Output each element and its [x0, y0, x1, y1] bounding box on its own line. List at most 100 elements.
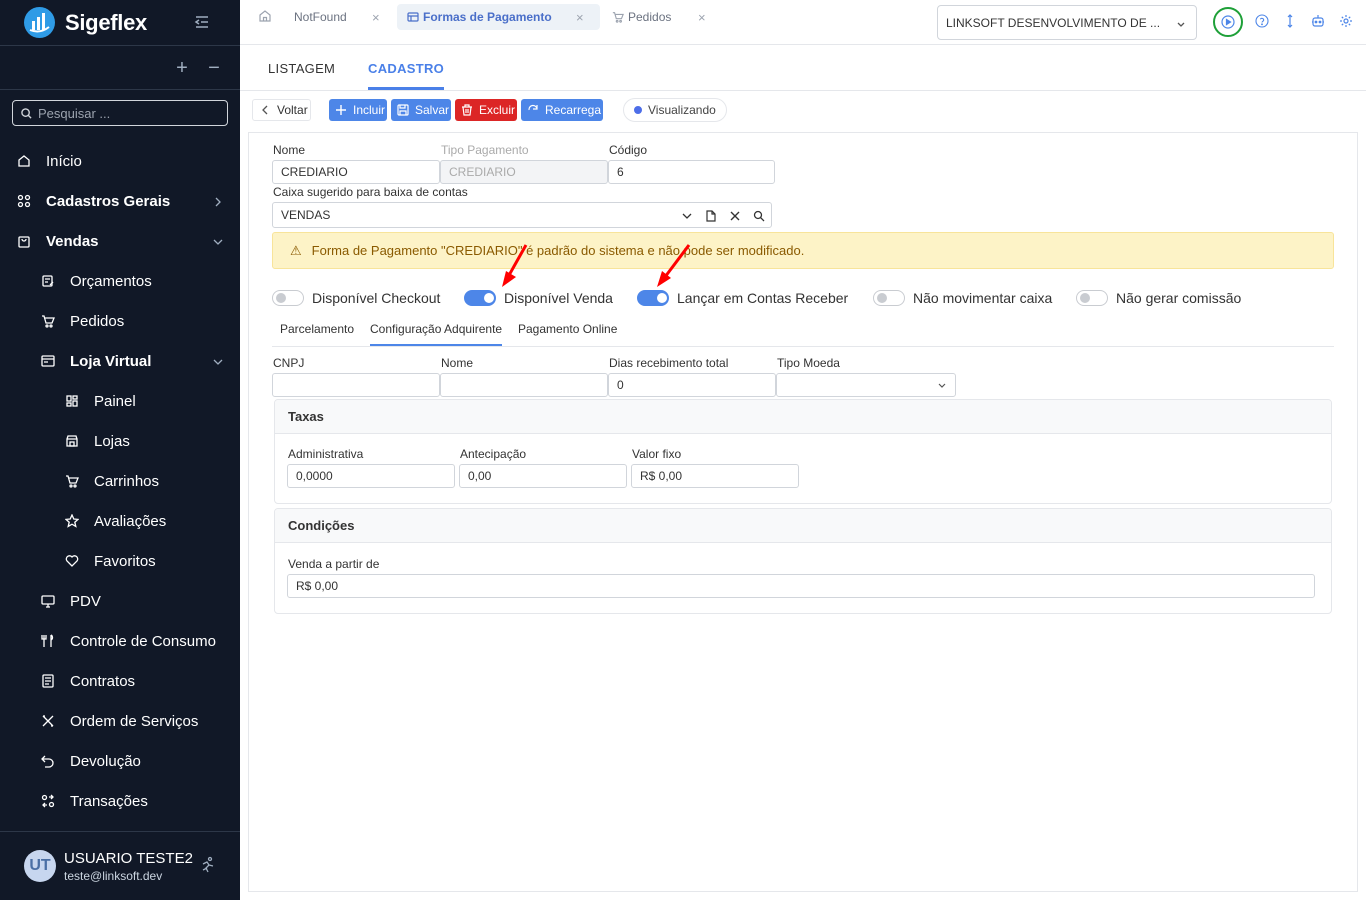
administrativa-field[interactable] — [287, 464, 455, 488]
toggle-label: Não gerar comissão — [1116, 290, 1242, 306]
tab-notfound[interactable]: NotFound × — [288, 4, 396, 30]
cnpj-label: CNPJ — [273, 356, 305, 370]
sidebar-item-loja-virtual[interactable]: Loja Virtual — [0, 341, 240, 381]
sidebar-item-avaliacoes[interactable]: Avaliações — [0, 501, 240, 541]
delete-button[interactable]: Excluir — [455, 99, 517, 121]
tab-label: NotFound — [294, 10, 347, 24]
alert-text: Forma de Pagamento "CREDIARIO" é padrão … — [311, 243, 805, 258]
tab-cadastro[interactable]: CADASTRO — [368, 61, 444, 76]
sidebar-item-orcamentos[interactable]: Orçamentos — [0, 261, 240, 301]
clear-icon[interactable] — [729, 210, 741, 222]
chevron-down-icon[interactable] — [681, 210, 693, 222]
toggle-label: Lançar em Contas Receber — [677, 290, 849, 306]
nome-label: Nome — [273, 143, 306, 157]
toggle-nao-movimentar-caixa[interactable] — [873, 290, 905, 306]
reload-button[interactable]: Recarrega — [521, 99, 603, 121]
sidebar-item-transacoes[interactable]: Transações — [0, 781, 240, 821]
company-name: LINKSOFT DESENVOLVIMENTO DE ... — [946, 15, 1161, 30]
sidebar-search[interactable] — [12, 100, 228, 126]
sidebar-item-painel[interactable]: Painel — [0, 381, 240, 421]
storefront-icon — [40, 353, 56, 369]
cnpj-field[interactable] — [272, 373, 440, 397]
sidebar-item-devolucao[interactable]: Devolução — [0, 741, 240, 781]
form-icon — [407, 12, 419, 22]
user-profile[interactable]: UT USUARIO TESTE2 teste@linksoft.dev — [0, 832, 240, 900]
toggle-knob — [1080, 293, 1090, 303]
sidebar-item-lojas[interactable]: Lojas — [0, 421, 240, 461]
company-select[interactable]: LINKSOFT DESENVOLVIMENTO DE ... — [937, 5, 1197, 40]
sidebar-item-cadastros-gerais[interactable]: Cadastros Gerais — [0, 181, 240, 221]
toggle-lancar-contas-receber[interactable] — [637, 290, 669, 306]
settings-icon[interactable] — [1339, 14, 1353, 28]
toggle-disponivel-venda[interactable] — [464, 290, 496, 306]
robot-icon[interactable] — [1311, 14, 1325, 28]
toggle-knob — [484, 293, 494, 303]
venda-partir-field[interactable] — [287, 574, 1315, 598]
tab-listagem[interactable]: LISTAGEM — [268, 61, 335, 76]
play-icon — [1221, 15, 1235, 29]
caixa-value: VENDAS — [281, 208, 331, 222]
sidebar-item-label: Cadastros Gerais — [46, 192, 171, 210]
codigo-field[interactable] — [608, 160, 775, 184]
search-icon[interactable] — [753, 210, 765, 222]
taxas-title: Taxas — [275, 400, 1331, 434]
file-icon[interactable] — [705, 210, 717, 222]
sidebar-item-inicio[interactable]: Início — [0, 141, 240, 181]
sidebar-item-contratos[interactable]: Contratos — [0, 661, 240, 701]
caixa-select[interactable]: VENDAS — [272, 202, 772, 228]
utensils-icon — [40, 633, 56, 649]
tipo-moeda-select[interactable] — [776, 373, 956, 397]
condicoes-title: Condições — [275, 509, 1331, 543]
save-button[interactable]: Salvar — [391, 99, 451, 121]
dias-recebimento-field[interactable] — [608, 373, 776, 397]
collapse-sidebar-icon[interactable] — [192, 12, 212, 32]
sidebar-item-vendas[interactable]: Vendas — [0, 221, 240, 261]
search-input[interactable] — [38, 105, 218, 121]
save-icon — [397, 104, 409, 116]
toggle-knob — [877, 293, 887, 303]
sidebar-item-pdv[interactable]: PDV — [0, 581, 240, 621]
sidebar-item-pedidos[interactable]: Pedidos — [0, 301, 240, 341]
tab-pedidos[interactable]: Pedidos × — [612, 4, 712, 30]
heart-icon — [64, 553, 80, 569]
toggle-knob — [276, 293, 286, 303]
sidebar-item-controle-consumo[interactable]: Controle de Consumo — [0, 621, 240, 661]
annotation-arrow-icon — [502, 244, 528, 287]
antecipacao-field[interactable] — [459, 464, 627, 488]
adquirente-nome-field[interactable] — [440, 373, 608, 397]
tab-parcelamento[interactable]: Parcelamento — [280, 322, 354, 336]
refresh-icon — [527, 104, 539, 116]
toggle-nao-gerar-comissao[interactable] — [1076, 290, 1108, 306]
close-icon[interactable]: × — [576, 10, 584, 25]
chevron-left-icon — [259, 104, 271, 116]
close-icon[interactable]: × — [698, 10, 706, 25]
close-icon[interactable]: × — [372, 10, 380, 25]
active-subtab-indicator — [370, 344, 502, 346]
toggle-label: Não movimentar caixa — [913, 290, 1053, 306]
add-button[interactable]: Incluir — [329, 99, 387, 121]
nome-field[interactable] — [272, 160, 440, 184]
valor-fixo-field[interactable] — [631, 464, 799, 488]
help-icon[interactable] — [1255, 14, 1269, 28]
user-name: USUARIO TESTE2 — [64, 850, 193, 867]
collapse-all-button[interactable]: − — [204, 58, 224, 78]
sort-icon[interactable] — [1283, 14, 1297, 28]
sidebar-item-ordem-servicos[interactable]: Ordem de Serviços — [0, 701, 240, 741]
sidebar-item-label: Avaliações — [94, 512, 167, 530]
home-icon[interactable] — [258, 9, 272, 23]
tab-formas-pagamento[interactable]: Formas de Pagamento × — [397, 4, 600, 30]
sidebar-item-label: Controle de Consumo — [70, 632, 216, 650]
sidebar-item-favoritos[interactable]: Favoritos — [0, 541, 240, 581]
active-tab-indicator — [368, 87, 444, 90]
plus-icon — [335, 104, 347, 116]
tab-configuracao-adquirente[interactable]: Configuração Adquirente — [370, 322, 502, 336]
user-activity-icon[interactable] — [199, 856, 217, 874]
back-button[interactable]: Voltar — [252, 99, 311, 121]
toggle-disponivel-checkout[interactable] — [272, 290, 304, 306]
expand-all-button[interactable]: + — [172, 58, 192, 78]
sidebar-item-carrinhos[interactable]: Carrinhos — [0, 461, 240, 501]
tab-pagamento-online[interactable]: Pagamento Online — [518, 322, 617, 336]
sidebar-item-label: Contratos — [70, 672, 136, 690]
trash-icon — [461, 104, 473, 116]
play-button[interactable] — [1213, 7, 1243, 37]
